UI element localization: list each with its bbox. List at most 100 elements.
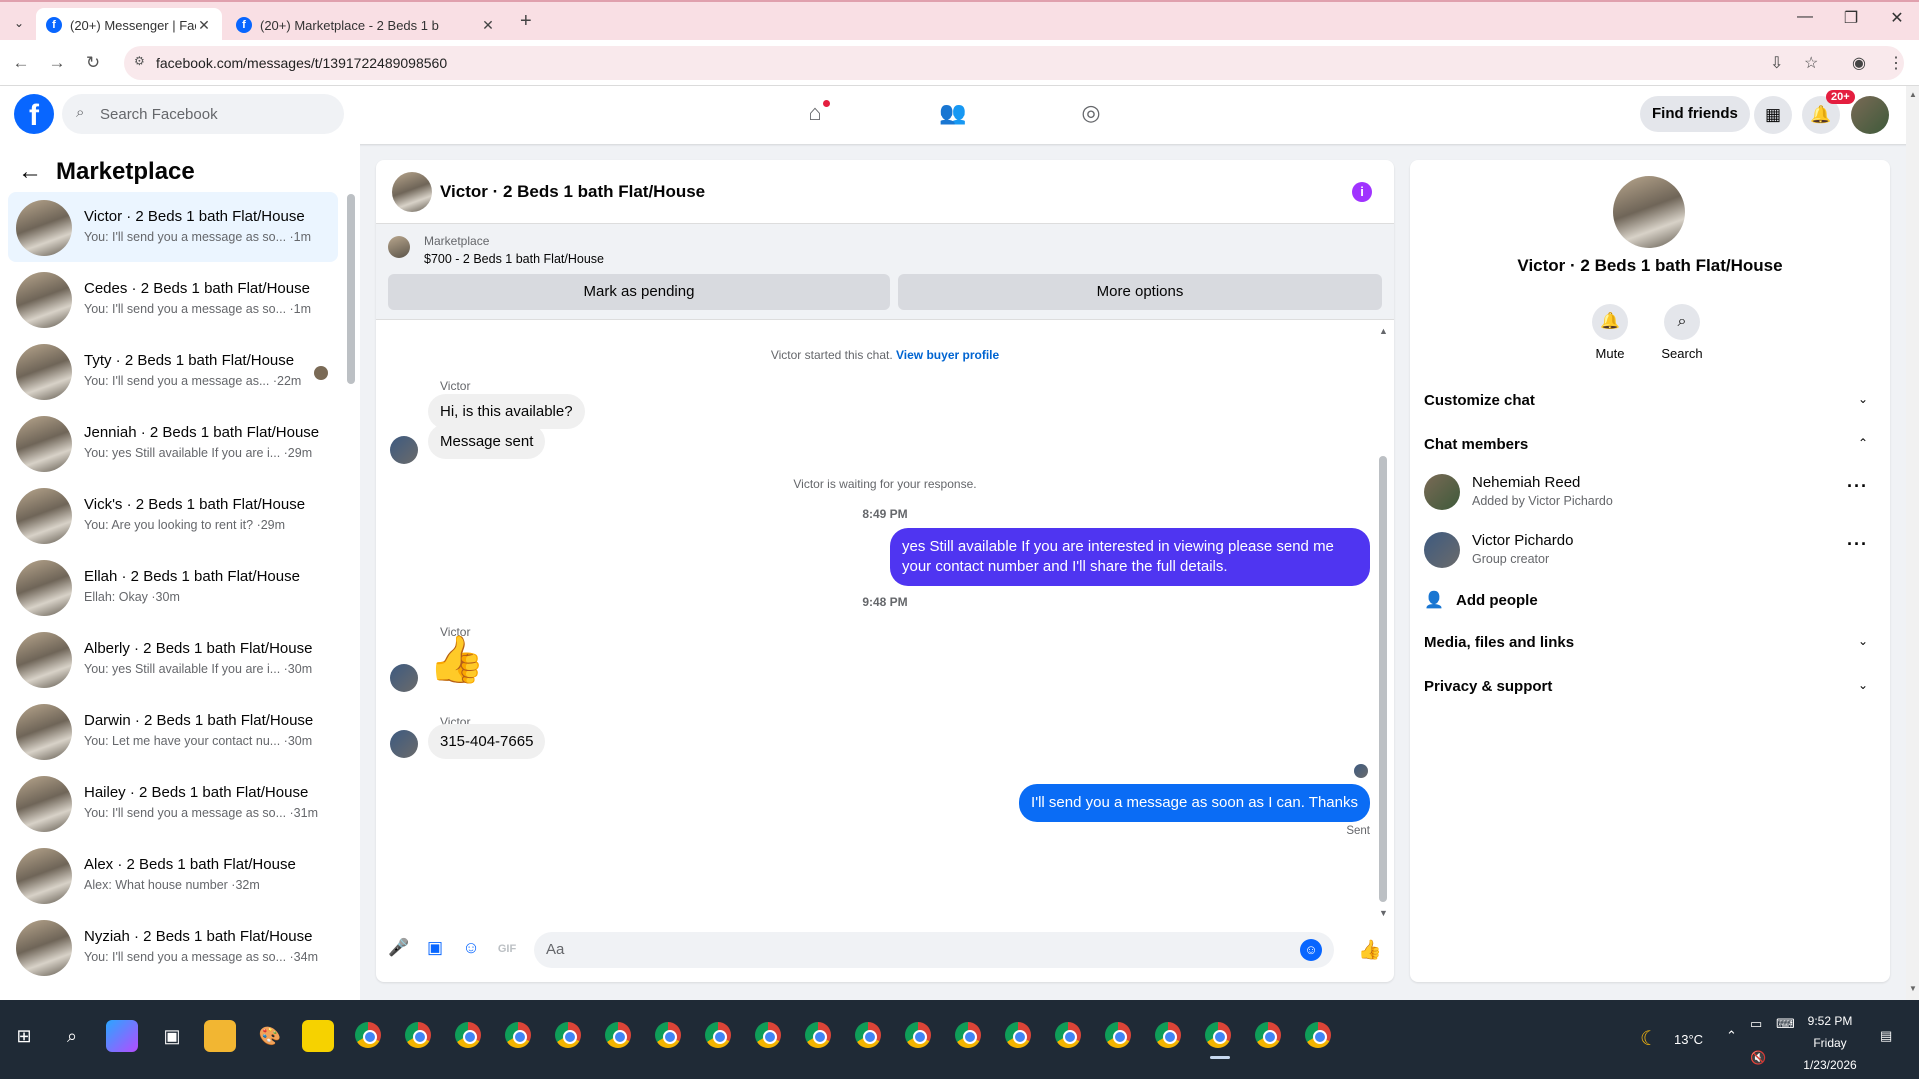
message-bubble[interactable]: 315-404-7665 — [428, 724, 546, 759]
like-thumbs-up-icon[interactable]: 👍 — [1358, 938, 1382, 961]
chat-avatar[interactable] — [392, 172, 432, 212]
microphone-icon[interactable]: 🎤 — [388, 938, 410, 960]
conversation-item[interactable]: Darwin · 2 Beds 1 bath Flat/House You: L… — [8, 696, 338, 766]
menu-grid-icon[interactable]: ▦ — [1754, 96, 1792, 134]
member-item[interactable]: Victor Pichardo Group creator ··· — [1424, 528, 1876, 574]
message-bubble[interactable]: Message sent — [428, 424, 546, 459]
conversation-item[interactable]: Nyziah · 2 Beds 1 bath Flat/House You: I… — [8, 912, 338, 982]
conversation-item[interactable]: Victor · 2 Beds 1 bath Flat/House You: I… — [8, 192, 338, 262]
sticker-icon[interactable]: ☺ — [460, 938, 482, 960]
thumbs-up-icon[interactable]: 👍 — [428, 632, 485, 687]
emoji-icon[interactable]: ☺ — [1300, 939, 1322, 961]
restore-icon[interactable]: ❐ — [1836, 8, 1866, 28]
chrome-icon[interactable] — [955, 1022, 981, 1048]
more-options-button[interactable]: More options — [898, 274, 1382, 310]
chrome-icon[interactable] — [905, 1022, 931, 1048]
listing-title[interactable]: $700 - 2 Beds 1 bath Flat/House — [424, 252, 604, 266]
customize-chat-section[interactable]: Customize chat ⌄ — [1424, 392, 1876, 409]
tab-marketplace[interactable]: f (20+) Marketplace - 2 Beds 1 b ✕ — [226, 8, 506, 42]
sender-avatar[interactable] — [390, 436, 418, 464]
task-view-icon[interactable]: ▣ — [156, 1020, 188, 1052]
windows-start-icon[interactable]: ⊞ — [8, 1020, 40, 1052]
sticky-notes-icon[interactable] — [302, 1020, 334, 1052]
scroll-down-arrow-icon[interactable]: ▼ — [1909, 984, 1917, 993]
chrome-icon[interactable] — [605, 1022, 631, 1048]
notification-center-icon[interactable]: ▤ — [1880, 1028, 1892, 1044]
file-explorer-icon[interactable] — [204, 1020, 236, 1052]
chrome-icon[interactable] — [805, 1022, 831, 1048]
find-friends-button[interactable]: Find friends — [1640, 96, 1750, 132]
copilot-icon[interactable] — [106, 1020, 138, 1052]
install-app-icon[interactable]: ⇩ — [1770, 53, 1783, 73]
conversation-item[interactable]: Vick's · 2 Beds 1 bath Flat/House You: A… — [8, 480, 338, 550]
chat-members-section[interactable]: Chat members ⌃ — [1424, 436, 1876, 453]
url-field[interactable]: ⚙ facebook.com/messages/t/13917224890985… — [124, 46, 1904, 80]
chrome-icon[interactable] — [505, 1022, 531, 1048]
scroll-up-arrow-icon[interactable]: ▲ — [1379, 326, 1388, 336]
new-tab-plus-icon[interactable]: + — [520, 10, 532, 33]
chrome-icon[interactable] — [1205, 1022, 1231, 1048]
reload-icon[interactable]: ↻ — [80, 50, 106, 76]
chat-title[interactable]: Victor · 2 Beds 1 bath Flat/House — [440, 182, 705, 202]
media-files-section[interactable]: Media, files and links ⌄ — [1424, 634, 1876, 651]
view-buyer-profile-link[interactable]: View buyer profile — [896, 348, 999, 362]
search-action[interactable]: ⌕ Search — [1652, 304, 1712, 361]
chrome-icon[interactable] — [1055, 1022, 1081, 1048]
chrome-icon[interactable] — [1155, 1022, 1181, 1048]
close-window-icon[interactable]: ✕ — [1882, 8, 1912, 28]
site-info-icon[interactable]: ⚙ — [134, 54, 150, 70]
more-options-icon[interactable]: ··· — [1847, 476, 1868, 497]
profile-icon[interactable]: ◉ — [1852, 53, 1866, 73]
search-icon[interactable]: ⌕ — [56, 1020, 88, 1052]
network-icon[interactable]: ⌨ — [1776, 1016, 1795, 1032]
volume-muted-icon[interactable]: 🔇 — [1750, 1050, 1766, 1066]
add-people-button[interactable]: 👤 Add people — [1424, 590, 1538, 610]
more-options-icon[interactable]: ··· — [1847, 534, 1868, 555]
sender-avatar[interactable] — [390, 664, 418, 692]
conversation-item[interactable]: Alberly · 2 Beds 1 bath Flat/House You: … — [8, 624, 338, 694]
conversation-item[interactable]: Hailey · 2 Beds 1 bath Flat/House You: I… — [8, 768, 338, 838]
show-hidden-icons-chevron-icon[interactable]: ⌃ — [1726, 1028, 1737, 1044]
groups-icon[interactable]: ◎ — [1076, 100, 1106, 130]
friends-icon[interactable]: 👥 — [938, 100, 968, 130]
chrome-icon[interactable] — [555, 1022, 581, 1048]
browser-menu-icon[interactable]: ⋮ — [1888, 53, 1904, 73]
image-icon[interactable]: ▣ — [424, 938, 446, 960]
chrome-icon[interactable] — [1305, 1022, 1331, 1048]
chrome-icon[interactable] — [705, 1022, 731, 1048]
chat-details-avatar[interactable] — [1613, 176, 1685, 248]
chrome-icon[interactable] — [855, 1022, 881, 1048]
search-icon[interactable]: ⌕ — [1664, 304, 1700, 340]
weather-moon-icon[interactable]: ☾ — [1640, 1026, 1658, 1051]
system-clock[interactable]: 9:52 PM Friday 1/23/2026 — [1800, 1010, 1860, 1076]
facebook-logo-icon[interactable]: f — [14, 94, 54, 134]
mute-action[interactable]: 🔔 Mute — [1580, 304, 1640, 361]
account-avatar[interactable] — [1851, 96, 1889, 134]
tab-messenger[interactable]: f (20+) Messenger | Facebook ✕ — [36, 8, 222, 42]
back-arrow-icon[interactable]: ← — [8, 50, 34, 76]
tab-search-chevron-icon[interactable]: ⌄ — [8, 12, 30, 34]
chrome-icon[interactable] — [455, 1022, 481, 1048]
sender-avatar[interactable] — [390, 730, 418, 758]
conversation-item[interactable]: Cedes · 2 Beds 1 bath Flat/House You: I'… — [8, 264, 338, 334]
message-input[interactable]: Aa ☺ — [534, 932, 1334, 968]
info-icon[interactable]: i — [1352, 182, 1372, 202]
forward-arrow-icon[interactable]: → — [44, 50, 70, 76]
chrome-icon[interactable] — [405, 1022, 431, 1048]
scroll-up-arrow-icon[interactable]: ▲ — [1909, 90, 1917, 99]
home-icon[interactable]: ⌂ — [800, 100, 830, 130]
bookmark-star-icon[interactable]: ☆ — [1804, 53, 1818, 73]
back-arrow-icon[interactable]: ← — [18, 158, 42, 186]
chrome-icon[interactable] — [1005, 1022, 1031, 1048]
conversation-item[interactable]: Ellah · 2 Beds 1 bath Flat/House Ellah: … — [8, 552, 338, 622]
scroll-down-arrow-icon[interactable]: ▼ — [1379, 908, 1388, 918]
outgoing-message-bubble[interactable]: I'll send you a message as soon as I can… — [1019, 784, 1370, 822]
chrome-icon[interactable] — [655, 1022, 681, 1048]
minimize-icon[interactable]: — — [1790, 8, 1820, 26]
tab-close-icon[interactable]: ✕ — [480, 17, 496, 34]
paint-icon[interactable]: 🎨 — [254, 1020, 286, 1052]
chrome-icon[interactable] — [1255, 1022, 1281, 1048]
weather-temperature[interactable]: 13°C — [1674, 1032, 1703, 1047]
message-scrollbar[interactable] — [1379, 456, 1387, 902]
chrome-icon[interactable] — [1105, 1022, 1131, 1048]
